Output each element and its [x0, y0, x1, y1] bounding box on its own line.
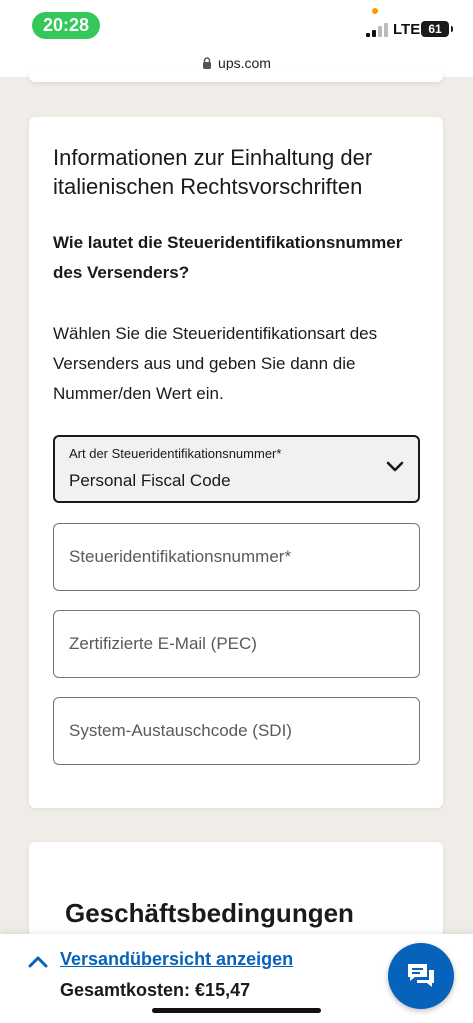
sdi-code-input[interactable]: System-Austauschcode (SDI) [53, 697, 420, 765]
previous-card [29, 70, 443, 82]
total-cost: Gesamtkosten: €15,47 [60, 980, 251, 1000]
lock-icon [203, 56, 212, 69]
status-time: 20:28 [32, 12, 100, 39]
battery-icon: 61 [421, 21, 453, 37]
signal-icon [366, 23, 388, 37]
tax-id-question: Wie lautet die Steueridentifikationsnumm… [53, 233, 403, 282]
chevron-down-icon [386, 461, 404, 472]
privacy-indicator-icon [372, 8, 378, 14]
chevron-up-icon[interactable] [28, 955, 48, 969]
chat-button[interactable] [388, 943, 454, 1009]
home-indicator [152, 1008, 321, 1013]
tax-id-type-select[interactable]: Art der Steueridentifikationsnummer* Per… [53, 435, 420, 503]
tax-id-type-label: Art der Steueridentifikationsnummer* [69, 446, 282, 461]
italian-compliance-card: Informationen zur Einhaltung der italien… [29, 117, 443, 808]
tax-id-type-value: Personal Fiscal Code [69, 471, 231, 490]
section-title: Informationen zur Einhaltung der italien… [53, 145, 373, 199]
terms-title: Geschäftsbedingungen [65, 898, 354, 928]
url-text: ups.com [218, 54, 271, 71]
pec-email-input[interactable]: Zertifizierte E-Mail (PEC) [53, 610, 420, 678]
chat-icon [408, 964, 434, 987]
status-bar: 20:28 LTE 61 [0, 0, 473, 48]
network-label: LTE [393, 21, 421, 38]
tax-id-number-input[interactable]: Steueridentifikationsnummer* [53, 523, 420, 591]
show-shipment-summary-link[interactable]: Versandübersicht anzeigen [60, 949, 293, 970]
tax-id-instruction: Wählen Sie die Steueridentifikationsart … [53, 324, 378, 403]
